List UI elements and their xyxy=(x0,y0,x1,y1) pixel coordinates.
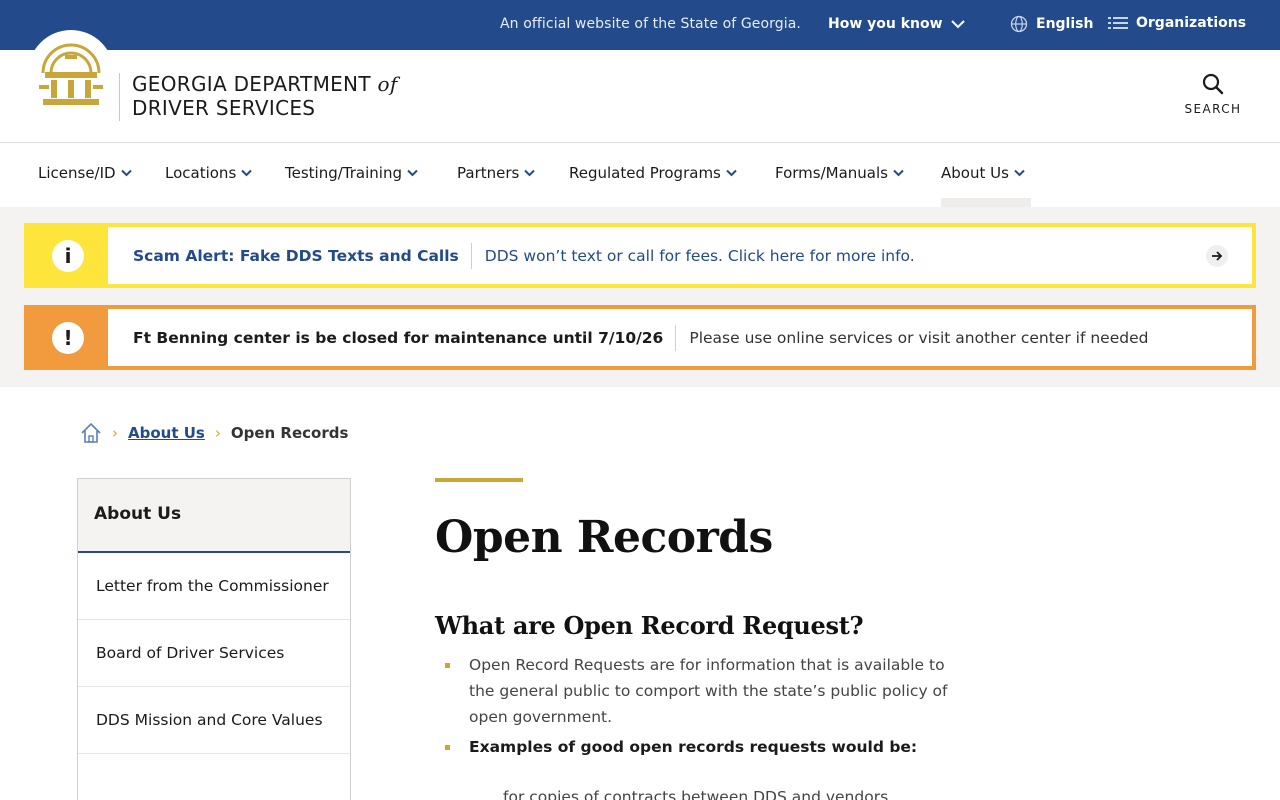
search-label: SEARCH xyxy=(1184,102,1242,116)
nav-label: Forms/Manuals xyxy=(775,164,888,182)
organizations-menu[interactable]: Organizations xyxy=(1108,15,1246,31)
language-label: English xyxy=(1036,16,1094,32)
breadcrumb: › About Us › Open Records xyxy=(80,422,348,444)
chevron-down-icon xyxy=(726,169,737,177)
warning-icon: ! xyxy=(52,321,84,354)
breadcrumb-separator-icon: › xyxy=(112,424,118,442)
sidebar-heading[interactable]: About Us xyxy=(78,479,350,553)
organizations-label: Organizations xyxy=(1136,15,1247,31)
chevron-down-icon xyxy=(1014,169,1025,177)
nav-label: Partners xyxy=(457,164,520,182)
georgia-seal-logo[interactable] xyxy=(28,30,114,116)
breadcrumb-separator-icon: › xyxy=(214,424,221,442)
breadcrumb-link-about-us[interactable]: About Us xyxy=(128,424,205,442)
nav-testing-training[interactable]: Testing/Training xyxy=(285,164,418,182)
search-button[interactable]: SEARCH xyxy=(1178,72,1248,116)
official-site-text: An official website of the State of Geor… xyxy=(500,16,801,32)
nav-label: Regulated Programs xyxy=(569,164,721,182)
section-heading: What are Open Record Request? xyxy=(435,611,864,640)
list-item: Examples of good open records requests w… xyxy=(435,734,955,760)
closure-alert-banner: ! Ft Benning center is be closed for mai… xyxy=(24,305,1256,370)
alert-title: Ft Benning center is be closed for maint… xyxy=(133,324,677,351)
official-banner: An official website of the State of Geor… xyxy=(0,0,1280,50)
search-icon xyxy=(1202,73,1224,95)
nav-label: License/ID xyxy=(38,164,116,182)
main-content: Open Records What are Open Record Reques… xyxy=(435,478,995,800)
nav-active-indicator xyxy=(941,198,1031,207)
sub-list-item: for copies of contracts between DDS and … xyxy=(503,788,889,800)
title-accent-rule xyxy=(435,478,523,482)
logo-divider xyxy=(119,73,120,121)
nav-locations[interactable]: Locations xyxy=(165,164,252,182)
chevron-down-icon xyxy=(950,19,965,28)
nav-license-id[interactable]: License/ID xyxy=(38,164,132,182)
site-header: GEORGIA DEPARTMENT of DRIVER SERVICES SE… xyxy=(0,30,1280,143)
sidebar-item-letter-commissioner[interactable]: Letter from the Commissioner xyxy=(78,553,350,620)
sidebar-nav: About Us Letter from the Commissioner Bo… xyxy=(77,478,351,800)
how-you-know-label: How you know xyxy=(828,16,943,32)
nav-label: Testing/Training xyxy=(285,164,402,182)
arrow-right-icon xyxy=(1212,251,1223,261)
home-icon[interactable] xyxy=(80,422,102,444)
chevron-down-icon xyxy=(524,169,536,177)
alert-message: Please use online services or visit anot… xyxy=(689,328,1149,347)
agency-line1: GEORGIA DEPARTMENT xyxy=(132,72,371,96)
main-navigation: License/ID Locations Testing/Training Pa… xyxy=(0,143,1280,207)
nav-label: About Us xyxy=(941,164,1009,182)
list-icon xyxy=(1108,17,1128,29)
chevron-down-icon xyxy=(120,169,132,177)
alert-icon-area: ! xyxy=(28,309,108,366)
agency-of: of xyxy=(377,72,398,96)
agency-name[interactable]: GEORGIA DEPARTMENT of DRIVER SERVICES xyxy=(132,72,398,120)
nav-regulated-programs[interactable]: Regulated Programs xyxy=(569,164,737,182)
alert-arrow-button[interactable] xyxy=(1206,245,1228,267)
chevron-down-icon xyxy=(893,169,904,177)
sidebar-item-mission[interactable]: DDS Mission and Core Values xyxy=(78,687,350,754)
nav-forms-manuals[interactable]: Forms/Manuals xyxy=(775,164,904,182)
nav-about-us[interactable]: About Us xyxy=(941,164,1025,182)
alert-title: Scam Alert: Fake DDS Texts and Calls xyxy=(133,242,472,269)
globe-icon xyxy=(1010,15,1028,33)
agency-line2: DRIVER SERVICES xyxy=(132,96,316,120)
alert-message: DDS won’t text or call for fees. Click h… xyxy=(484,246,915,265)
content-list: Open Record Requests are for information… xyxy=(435,652,995,760)
chevron-down-icon xyxy=(407,169,418,177)
how-you-know-toggle[interactable]: How you know xyxy=(828,16,965,32)
sidebar-item-board[interactable]: Board of Driver Services xyxy=(78,620,350,687)
breadcrumb-current: Open Records xyxy=(230,424,349,442)
info-icon: i xyxy=(52,239,84,272)
scam-alert-banner[interactable]: i Scam Alert: Fake DDS Texts and Calls D… xyxy=(24,223,1256,288)
nav-label: Locations xyxy=(165,164,237,182)
language-selector[interactable]: English xyxy=(1010,15,1093,33)
nav-partners[interactable]: Partners xyxy=(457,164,536,182)
chevron-down-icon xyxy=(241,169,252,177)
page-title: Open Records xyxy=(435,512,773,563)
alert-icon-area: i xyxy=(28,227,108,284)
georgia-seal-icon xyxy=(39,43,103,105)
list-item: Open Record Requests are for information… xyxy=(435,652,955,730)
